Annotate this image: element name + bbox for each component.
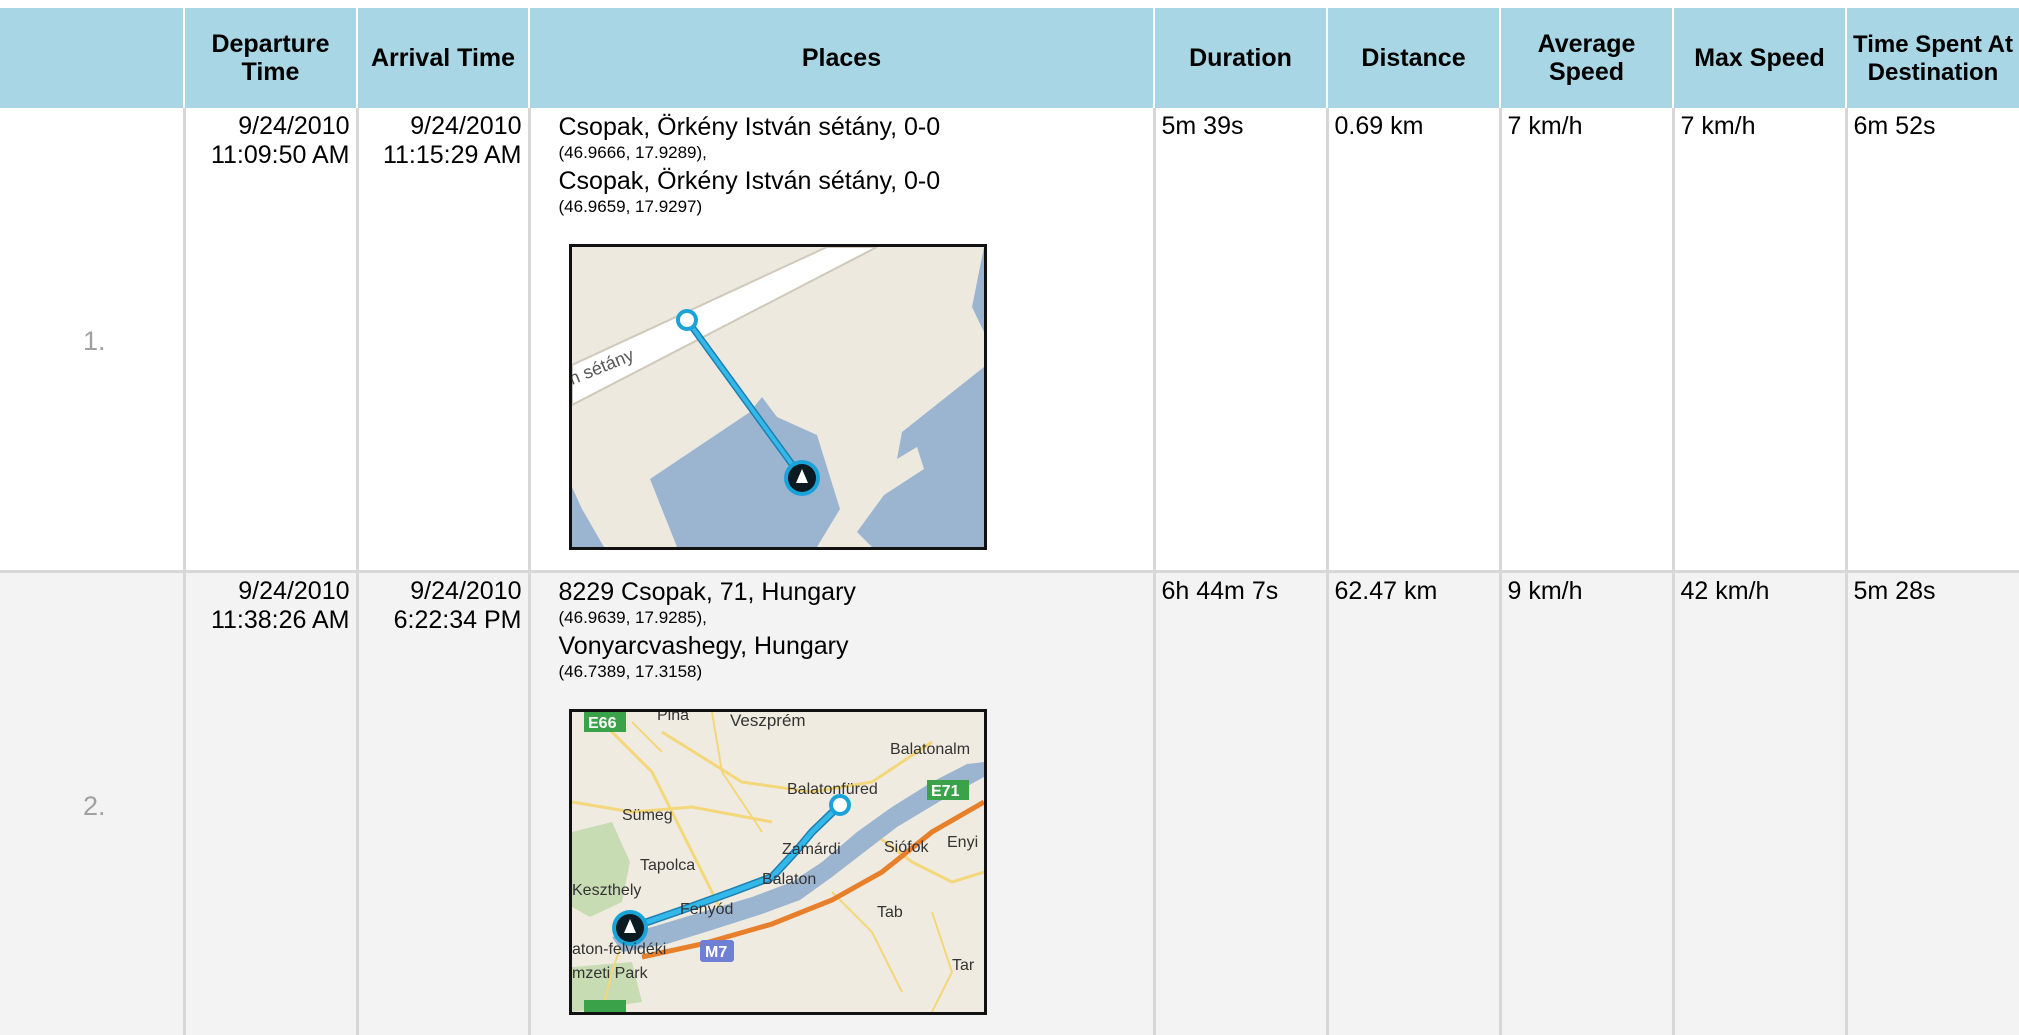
places-cell: 8229 Csopak, 71, Hungary (46.9639, 17.92… bbox=[529, 572, 1154, 1035]
to-place-name: Vonyarcvashegy, Hungary bbox=[559, 631, 1147, 661]
svg-text:mzeti Park: mzeti Park bbox=[572, 965, 649, 982]
route-start-marker bbox=[831, 796, 849, 814]
trip-index: 2. bbox=[0, 572, 184, 1035]
svg-text:Tab: Tab bbox=[877, 904, 903, 921]
svg-text:Pina: Pina bbox=[657, 712, 689, 724]
table-row: 1. 9/24/2010 11:09:50 AM 9/24/2010 11:15… bbox=[0, 108, 2019, 572]
svg-text:Balatonalm: Balatonalm bbox=[890, 741, 970, 758]
route-map-2: E66 E71 M7 Pina Veszprém Balatonalm Bala… bbox=[572, 712, 984, 1012]
svg-text:Keszthely: Keszthely bbox=[572, 882, 641, 899]
svg-text:M7: M7 bbox=[705, 944, 727, 961]
to-coordinates: (46.7389, 17.3158) bbox=[559, 661, 1147, 683]
trips-table: Departure Time Arrival Time Places Durat… bbox=[0, 8, 2019, 1035]
average-speed-cell: 9 km/h bbox=[1500, 572, 1673, 1035]
time-at-destination-cell: 6m 52s bbox=[1846, 108, 2019, 572]
header-row: Departure Time Arrival Time Places Durat… bbox=[0, 8, 2019, 108]
from-coordinates: (46.9639, 17.9285), bbox=[559, 607, 1147, 629]
svg-text:Zamárdi: Zamárdi bbox=[782, 841, 841, 858]
distance-cell: 62.47 km bbox=[1327, 572, 1500, 1035]
arrival-time: 6:22:34 PM bbox=[394, 606, 522, 634]
svg-text:Veszprém: Veszprém bbox=[730, 712, 806, 730]
svg-text:Sümeg: Sümeg bbox=[622, 807, 673, 824]
places-cell: Csopak, Örkény István sétány, 0-0 (46.96… bbox=[529, 108, 1154, 572]
average-speed-cell: 7 km/h bbox=[1500, 108, 1673, 572]
svg-text:Balaton: Balaton bbox=[762, 871, 816, 888]
departure-time: 11:09:50 AM bbox=[211, 141, 350, 169]
departure-time: 11:38:26 AM bbox=[211, 606, 350, 634]
svg-text:Siófok: Siófok bbox=[884, 839, 929, 856]
svg-text:E66: E66 bbox=[588, 715, 617, 732]
to-place-name: Csopak, Örkény István sétány, 0-0 bbox=[559, 166, 1147, 196]
departure-date: 9/24/2010 bbox=[238, 112, 349, 140]
header-duration[interactable]: Duration bbox=[1154, 8, 1327, 108]
svg-text:Tapolca: Tapolca bbox=[640, 857, 695, 874]
svg-text:Balatonfüred: Balatonfüred bbox=[787, 781, 878, 798]
arrival-date: 9/24/2010 bbox=[410, 577, 521, 605]
header-index bbox=[0, 8, 184, 108]
svg-text:aton-felvidéki: aton-felvidéki bbox=[572, 941, 666, 958]
trip-index: 1. bbox=[0, 108, 184, 572]
header-time-at-destination[interactable]: Time Spent At Destination bbox=[1846, 8, 2019, 108]
max-speed-cell: 42 km/h bbox=[1673, 572, 1846, 1035]
header-departure[interactable]: Departure Time bbox=[184, 8, 357, 108]
route-map-thumbnail[interactable]: n sétány bbox=[569, 244, 987, 550]
to-coordinates: (46.9659, 17.9297) bbox=[559, 196, 1147, 218]
distance-cell: 0.69 km bbox=[1327, 108, 1500, 572]
header-max-speed[interactable]: Max Speed bbox=[1673, 8, 1846, 108]
svg-text:Tar: Tar bbox=[952, 957, 975, 974]
from-place-name: Csopak, Örkény István sétány, 0-0 bbox=[559, 112, 1147, 142]
departure-cell: 9/24/2010 11:38:26 AM bbox=[184, 572, 357, 1035]
duration-cell: 6h 44m 7s bbox=[1154, 572, 1327, 1035]
header-places[interactable]: Places bbox=[529, 8, 1154, 108]
max-speed-cell: 7 km/h bbox=[1673, 108, 1846, 572]
svg-text:E71: E71 bbox=[931, 783, 960, 800]
departure-cell: 9/24/2010 11:09:50 AM bbox=[184, 108, 357, 572]
header-average-speed[interactable]: Average Speed bbox=[1500, 8, 1673, 108]
svg-text:Enyi: Enyi bbox=[947, 834, 978, 851]
arrival-cell: 9/24/2010 11:15:29 AM bbox=[357, 108, 529, 572]
from-place-name: 8229 Csopak, 71, Hungary bbox=[559, 577, 1147, 607]
route-map-thumbnail[interactable]: E66 E71 M7 Pina Veszprém Balatonalm Bala… bbox=[569, 709, 987, 1015]
header-distance[interactable]: Distance bbox=[1327, 8, 1500, 108]
svg-text:Fenyód: Fenyód bbox=[680, 901, 733, 918]
departure-date: 9/24/2010 bbox=[238, 577, 349, 605]
from-coordinates: (46.9666, 17.9289), bbox=[559, 142, 1147, 164]
time-at-destination-cell: 5m 28s bbox=[1846, 572, 2019, 1035]
table-row: 2. 9/24/2010 11:38:26 AM 9/24/2010 6:22:… bbox=[0, 572, 2019, 1035]
arrival-time: 11:15:29 AM bbox=[383, 141, 522, 169]
arrival-date: 9/24/2010 bbox=[410, 112, 521, 140]
arrival-cell: 9/24/2010 6:22:34 PM bbox=[357, 572, 529, 1035]
route-map-1: n sétány bbox=[572, 247, 984, 547]
header-arrival[interactable]: Arrival Time bbox=[357, 8, 529, 108]
route-start-marker bbox=[678, 311, 696, 329]
duration-cell: 5m 39s bbox=[1154, 108, 1327, 572]
